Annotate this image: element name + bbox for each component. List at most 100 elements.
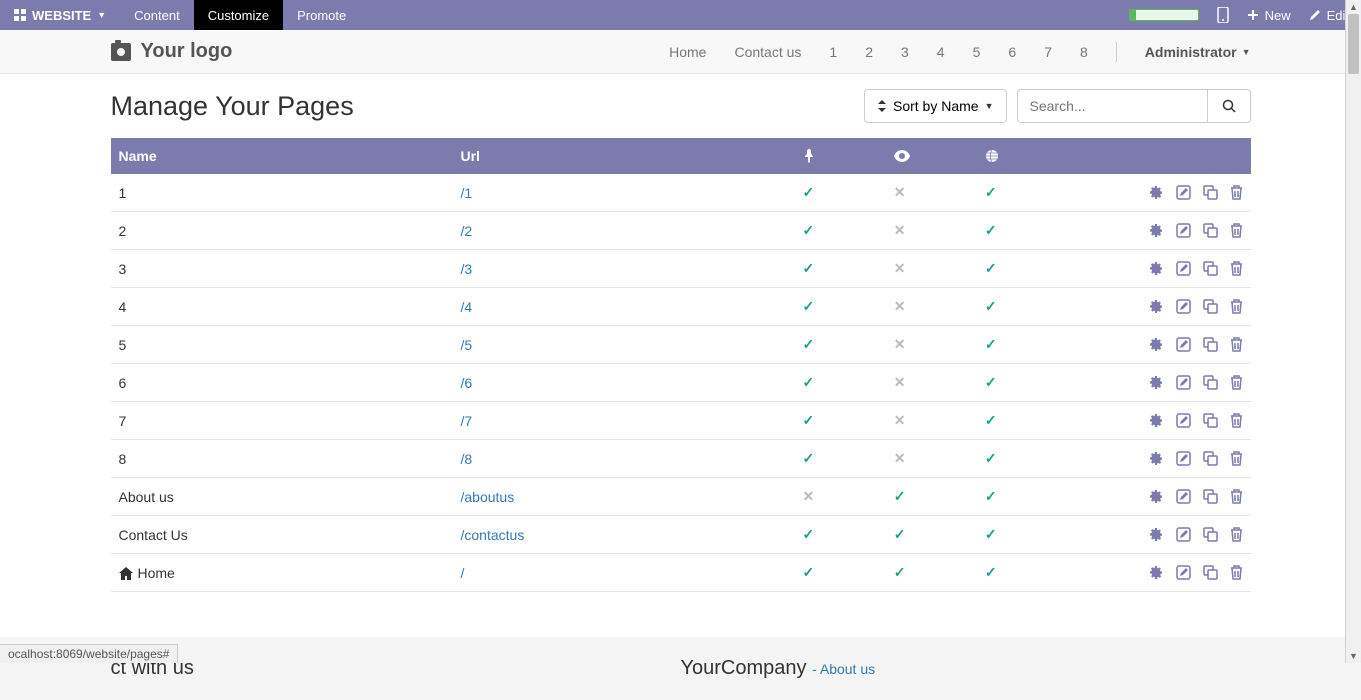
cell-name: 8 [111, 440, 453, 478]
settings-button[interactable] [1149, 565, 1164, 580]
website-menu[interactable]: WEBSITE ▼ [0, 0, 120, 30]
cell-eye: ✕ [886, 326, 977, 364]
delete-page-button[interactable] [1230, 185, 1243, 200]
topbar-item-content[interactable]: Content [120, 0, 194, 30]
search-input[interactable] [1017, 89, 1207, 123]
topbar-item-customize[interactable]: Customize [194, 0, 283, 30]
edit-page-button[interactable] [1176, 337, 1191, 352]
delete-page-button[interactable] [1230, 223, 1243, 238]
page-url-link[interactable]: /contactus [461, 527, 525, 543]
search-button[interactable] [1207, 89, 1251, 123]
delete-page-button[interactable] [1230, 527, 1243, 542]
page-url-link[interactable]: /7 [461, 413, 473, 429]
settings-button[interactable] [1149, 527, 1164, 542]
copy-page-button[interactable] [1203, 185, 1218, 200]
edit-page-button[interactable] [1176, 527, 1191, 542]
page-url-link[interactable]: / [461, 565, 465, 581]
nav-item[interactable]: Contact us [734, 44, 801, 60]
scroll-up-icon[interactable]: ▲ [1346, 0, 1361, 14]
progress-bar[interactable] [1129, 9, 1199, 21]
logo[interactable]: Your logo [111, 40, 233, 63]
cell-name: 5 [111, 326, 453, 364]
copy-page-button[interactable] [1203, 565, 1218, 580]
new-button[interactable]: New [1247, 8, 1291, 23]
page-url-link[interactable]: /aboutus [461, 489, 515, 505]
copy-page-button[interactable] [1203, 261, 1218, 276]
table-row: 1/1✓✕✓ [111, 174, 1251, 212]
copy-page-button[interactable] [1203, 413, 1218, 428]
delete-page-button[interactable] [1230, 375, 1243, 390]
page-url-link[interactable]: /6 [461, 375, 473, 391]
copy-page-button[interactable] [1203, 527, 1218, 542]
page-url-link[interactable]: /3 [461, 261, 473, 277]
edit-page-button[interactable] [1176, 223, 1191, 238]
copy-page-button[interactable] [1203, 489, 1218, 504]
table-row: 6/6✓✕✓ [111, 364, 1251, 402]
settings-button[interactable] [1149, 375, 1164, 390]
settings-button[interactable] [1149, 413, 1164, 428]
table-row: 8/8✓✕✓ [111, 440, 1251, 478]
nav-item[interactable]: 8 [1080, 44, 1088, 60]
edit-page-button[interactable] [1176, 565, 1191, 580]
page-url-link[interactable]: /5 [461, 337, 473, 353]
settings-button[interactable] [1149, 489, 1164, 504]
scrollbar[interactable]: ▲ ▼ [1345, 0, 1361, 663]
scroll-thumb[interactable] [1348, 14, 1359, 74]
copy-page-button[interactable] [1203, 337, 1218, 352]
nav-item[interactable]: 3 [901, 44, 909, 60]
admin-menu[interactable]: Administrator ▼ [1145, 44, 1251, 60]
nav-item[interactable]: 1 [829, 44, 837, 60]
footer-about-link[interactable]: - About us [812, 661, 875, 677]
page-title: Manage Your Pages [111, 91, 354, 122]
copy-page-button[interactable] [1203, 223, 1218, 238]
caret-down-icon: ▼ [985, 101, 994, 111]
nav-item[interactable]: 2 [865, 44, 873, 60]
topbar-item-promote[interactable]: Promote [283, 0, 360, 30]
copy-page-button[interactable] [1203, 451, 1218, 466]
settings-button[interactable] [1149, 223, 1164, 238]
edit-page-button[interactable] [1176, 489, 1191, 504]
edit-button[interactable]: Edit [1309, 8, 1349, 23]
edit-page-button[interactable] [1176, 451, 1191, 466]
delete-page-button[interactable] [1230, 337, 1243, 352]
nav-item[interactable]: 6 [1008, 44, 1016, 60]
edit-page-button[interactable] [1176, 375, 1191, 390]
table-row: Contact Us/contactus✓✓✓ [111, 516, 1251, 554]
settings-button[interactable] [1149, 451, 1164, 466]
col-pin [795, 138, 886, 174]
copy-page-button[interactable] [1203, 299, 1218, 314]
page-url-link[interactable]: /2 [461, 223, 473, 239]
delete-page-button[interactable] [1230, 565, 1243, 580]
delete-page-button[interactable] [1230, 261, 1243, 276]
nav-item[interactable]: Home [669, 44, 706, 60]
page-url-link[interactable]: /4 [461, 299, 473, 315]
settings-button[interactable] [1149, 299, 1164, 314]
mobile-preview-icon[interactable] [1217, 7, 1229, 23]
scroll-down-icon[interactable]: ▼ [1346, 649, 1361, 663]
page-url-link[interactable]: /8 [461, 451, 473, 467]
delete-page-button[interactable] [1230, 489, 1243, 504]
edit-page-button[interactable] [1176, 185, 1191, 200]
edit-page-button[interactable] [1176, 261, 1191, 276]
cell-globe: ✓ [977, 440, 1068, 478]
delete-page-button[interactable] [1230, 413, 1243, 428]
nav-item[interactable]: 5 [973, 44, 981, 60]
cell-pin: ✓ [795, 174, 886, 212]
logo-text: Your logo [141, 40, 233, 63]
pin-icon [803, 149, 815, 163]
check-icon: ✓ [985, 374, 997, 390]
sort-button[interactable]: Sort by Name ▼ [864, 89, 1007, 123]
delete-page-button[interactable] [1230, 451, 1243, 466]
nav-item[interactable]: 7 [1044, 44, 1052, 60]
delete-page-button[interactable] [1230, 299, 1243, 314]
settings-button[interactable] [1149, 337, 1164, 352]
edit-page-button[interactable] [1176, 413, 1191, 428]
cell-eye: ✕ [886, 212, 977, 250]
page-url-link[interactable]: /1 [461, 185, 473, 201]
nav-item[interactable]: 4 [937, 44, 945, 60]
copy-page-button[interactable] [1203, 375, 1218, 390]
settings-button[interactable] [1149, 261, 1164, 276]
edit-page-button[interactable] [1176, 299, 1191, 314]
settings-button[interactable] [1149, 185, 1164, 200]
cell-pin: ✕ [795, 478, 886, 516]
